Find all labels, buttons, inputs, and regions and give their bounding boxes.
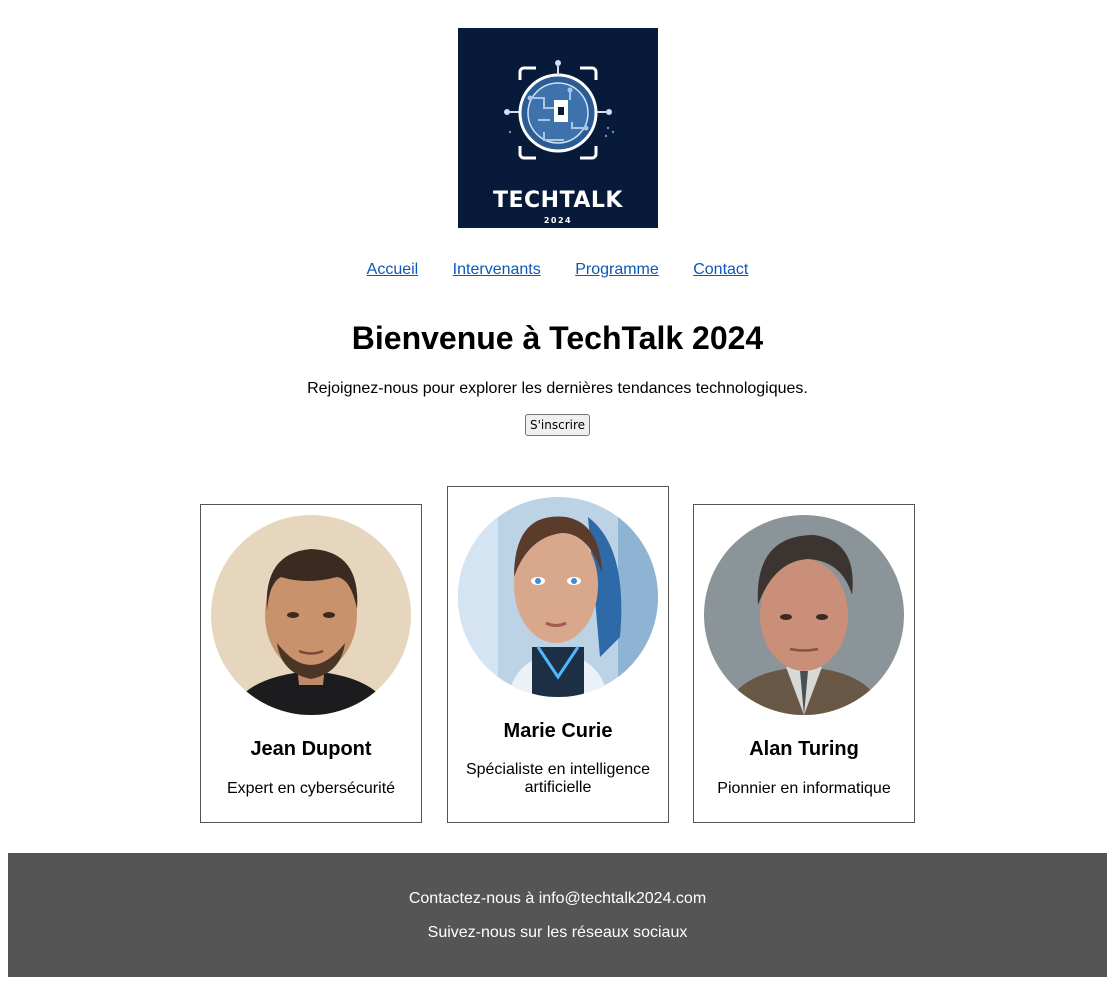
speaker-name: Marie Curie bbox=[503, 720, 613, 742]
footer-social: Suivez-nous sur les réseaux sociaux bbox=[427, 924, 688, 941]
hero-title: Bienvenue à TechTalk 2024 bbox=[351, 320, 764, 356]
nav-accueil[interactable]: Accueil bbox=[367, 261, 419, 278]
speaker-photo-jean-dupont bbox=[211, 515, 411, 715]
speaker-card: Marie Curie Spécialiste en intelligence … bbox=[447, 486, 669, 823]
techtalk-logo: TECHTALK 2024 bbox=[458, 28, 658, 228]
nav-intervenants[interactable]: Intervenants bbox=[453, 261, 541, 278]
hero-subtitle: Rejoignez-nous pour explorer les dernièr… bbox=[307, 380, 808, 397]
man-portrait-icon bbox=[211, 515, 411, 715]
page: TECHTALK 2024 Accueil Intervenants Progr… bbox=[0, 0, 1115, 985]
speaker-role: Expert en cybersécurité bbox=[226, 780, 396, 797]
speaker-card: Jean Dupont Expert en cybersécurité bbox=[200, 504, 422, 823]
main-nav: Accueil Intervenants Programme Contact bbox=[0, 261, 1115, 279]
older-man-portrait-icon bbox=[704, 515, 904, 715]
signup-button[interactable]: S'inscrire bbox=[525, 414, 590, 436]
footer-contact: Contactez-nous à info@techtalk2024.com bbox=[408, 890, 707, 907]
speaker-photo-marie-curie bbox=[458, 497, 658, 697]
nav-programme[interactable]: Programme bbox=[575, 261, 659, 278]
android-woman-portrait-icon bbox=[458, 497, 658, 697]
speaker-card: Alan Turing Pionnier en informatique bbox=[693, 504, 915, 823]
speaker-role: Pionnier en informatique bbox=[717, 780, 891, 797]
speaker-role: Spécialiste en intelligence artificielle bbox=[465, 761, 651, 796]
logo-year: 2024 bbox=[543, 216, 573, 225]
footer: Contactez-nous à info@techtalk2024.com S… bbox=[8, 853, 1107, 977]
speaker-photo-alan-turing bbox=[704, 515, 904, 715]
nav-contact[interactable]: Contact bbox=[693, 261, 748, 278]
speaker-name: Jean Dupont bbox=[250, 738, 372, 760]
logo-title: TECHTALK bbox=[493, 188, 623, 213]
speaker-name: Alan Turing bbox=[749, 738, 859, 760]
